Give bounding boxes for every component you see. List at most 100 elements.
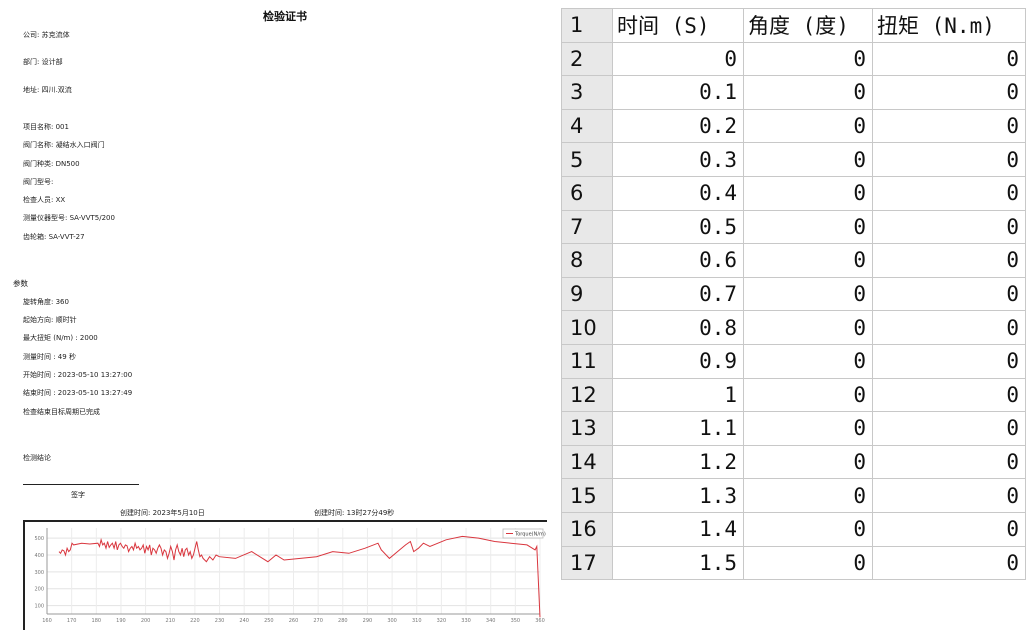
cell-time[interactable]: 0.4 [612,175,744,211]
row-number[interactable]: 8 [561,243,613,278]
row-number[interactable]: 1 [561,8,613,43]
cell-torque[interactable]: 0 [872,276,1026,312]
cell-angle[interactable]: 0 [743,511,873,547]
row-number[interactable]: 2 [561,41,613,77]
cell-time[interactable]: 0.2 [612,108,744,144]
cell-time[interactable]: 1.2 [612,444,744,480]
header-time[interactable]: 时间 (S) [612,8,744,43]
x-tick-label: 200 [141,618,151,624]
header-torque[interactable]: 扭矩 (N.m) [872,8,1026,43]
cell-angle[interactable]: 0 [743,276,873,312]
row-number[interactable]: 16 [561,511,613,547]
cell-angle[interactable]: 0 [743,545,873,581]
row-number[interactable]: 14 [561,444,613,480]
inspection-certificate: 检验证书 公司: 苏克流体 部门: 设计部 地址: 四川.双流 项目名称: 00… [0,0,555,630]
x-tick-label: 220 [190,618,200,624]
valve-model-field: 阀门型号: [23,178,54,186]
instrument-model-field: 测量仪器型号: SA-VVT5/200 [23,214,115,222]
cell-torque[interactable]: 0 [872,175,1026,211]
row-number[interactable]: 17 [561,545,613,581]
x-tick-label: 190 [116,618,126,624]
cell-angle[interactable]: 0 [743,444,873,480]
cell-time[interactable]: 0.8 [612,310,744,345]
cell-time[interactable]: 0.5 [612,209,744,245]
start-direction-field: 起始方向: 顺时针 [23,316,77,324]
row-number[interactable]: 5 [561,142,613,177]
cell-angle[interactable]: 0 [743,142,873,177]
cell-angle[interactable]: 0 [743,41,873,77]
row-number[interactable]: 12 [561,377,613,413]
cell-time[interactable]: 0 [612,41,744,77]
cell-torque[interactable]: 0 [872,41,1026,77]
cell-time[interactable]: 0.6 [612,243,744,278]
x-tick-label: 160 [42,618,52,624]
y-tick-label: 100 [34,604,44,610]
cell-torque[interactable]: 0 [872,75,1026,110]
x-tick-label: 240 [239,618,249,624]
row-number[interactable]: 3 [561,75,613,110]
cell-torque[interactable]: 0 [872,142,1026,177]
row-number[interactable]: 9 [561,276,613,312]
cell-torque[interactable]: 0 [872,243,1026,278]
x-tick-label: 350 [511,618,521,624]
cell-torque[interactable]: 0 [872,377,1026,413]
data-table: 1 时间 (S) 角度 (度) 扭矩 (N.m) 2 0 0 0 3 0.1 0 0 4 0.2 0… [561,8,1026,581]
x-tick-label: 340 [486,618,496,624]
cell-time[interactable]: 1.5 [612,545,744,581]
table-row: 3 0.1 0 0 [561,75,1026,110]
cell-angle[interactable]: 0 [743,478,873,513]
cell-torque[interactable]: 0 [872,310,1026,345]
cell-time[interactable]: 0.3 [612,142,744,177]
cell-angle[interactable]: 0 [743,377,873,413]
cell-angle[interactable]: 0 [743,175,873,211]
torque-chart: 500 400 300 200 100 160 170 180 190 200 210 220 230 2… [23,520,547,630]
table-row: 8 0.6 0 0 [561,243,1026,278]
created-date: 创建时间: 2023年5月10日 [120,509,205,517]
cell-torque[interactable]: 0 [872,108,1026,144]
x-tick-label: 180 [92,618,102,624]
cell-angle[interactable]: 0 [743,343,873,379]
row-number[interactable]: 13 [561,411,613,446]
x-tick-label: 330 [461,618,471,624]
row-number[interactable]: 11 [561,343,613,379]
row-number[interactable]: 10 [561,310,613,345]
cell-time[interactable]: 0.7 [612,276,744,312]
signature-label: 签字 [71,491,85,499]
project-name-field: 项目名称: 001 [23,123,69,131]
row-number[interactable]: 15 [561,478,613,513]
cell-angle[interactable]: 0 [743,75,873,110]
torque-chart-svg: 500 400 300 200 100 160 170 180 190 200 210 220 230 2… [34,528,546,624]
cell-angle[interactable]: 0 [743,108,873,144]
cell-angle[interactable]: 0 [743,411,873,446]
table-row: 9 0.7 0 0 [561,276,1026,312]
legend-label: Torque(N/m) [514,532,546,538]
cell-torque[interactable]: 0 [872,511,1026,547]
cell-angle[interactable]: 0 [743,209,873,245]
cell-time[interactable]: 1.4 [612,511,744,547]
cell-time[interactable]: 1.1 [612,411,744,446]
x-tick-label: 260 [289,618,299,624]
x-tick-label: 270 [313,618,323,624]
y-tick-label: 500 [34,536,44,542]
cell-torque[interactable]: 0 [872,411,1026,446]
table-header-row: 1 时间 (S) 角度 (度) 扭矩 (N.m) [561,8,1026,43]
valve-name-field: 阀门名称: 凝结水入口阀门 [23,141,105,149]
cell-torque[interactable]: 0 [872,545,1026,581]
cell-torque[interactable]: 0 [872,209,1026,245]
row-number[interactable]: 7 [561,209,613,245]
x-tick-label: 310 [412,618,422,624]
cell-torque[interactable]: 0 [872,343,1026,379]
cell-time[interactable]: 1.3 [612,478,744,513]
cell-time[interactable]: 0.9 [612,343,744,379]
cell-angle[interactable]: 0 [743,243,873,278]
row-number[interactable]: 4 [561,108,613,144]
header-angle[interactable]: 角度 (度) [743,8,873,43]
check-note-field: 检查结束目标周期已完成 [23,408,100,416]
row-number[interactable]: 6 [561,175,613,211]
cell-torque[interactable]: 0 [872,444,1026,480]
cell-torque[interactable]: 0 [872,478,1026,513]
cell-time[interactable]: 1 [612,377,744,413]
cell-angle[interactable]: 0 [743,310,873,345]
cell-time[interactable]: 0.1 [612,75,744,110]
conclusion-heading: 检测结论 [23,454,51,462]
